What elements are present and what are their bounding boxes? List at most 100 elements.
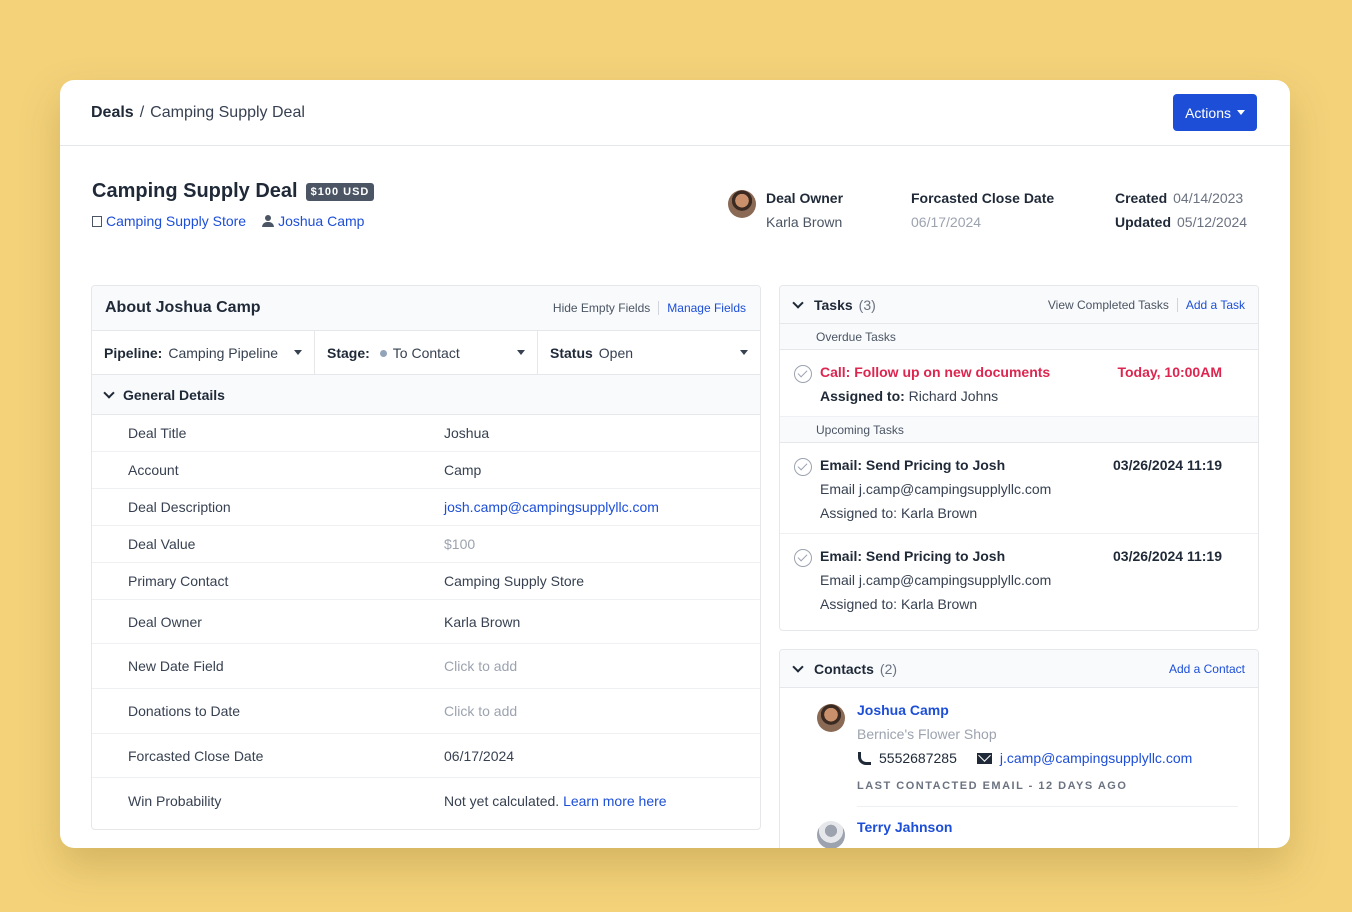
field-value[interactable]: Camping Supply Store bbox=[444, 573, 584, 589]
field-label: Forcasted Close Date bbox=[128, 747, 264, 764]
field-row: Win Probability Not yet calculated. Lear… bbox=[92, 778, 760, 824]
check-circle-icon[interactable] bbox=[794, 365, 812, 383]
account-link[interactable]: Camping Supply Store bbox=[92, 213, 246, 229]
pipeline-value: Camping Pipeline bbox=[168, 344, 279, 361]
mail-icon bbox=[976, 752, 992, 764]
caret-down-icon bbox=[517, 350, 525, 355]
task-item[interactable]: Email: Send Pricing to Josh 03/26/2024 1… bbox=[780, 443, 1258, 534]
updated-label: Updated bbox=[1115, 214, 1171, 230]
task-item-overdue[interactable]: Call: Follow up on new documents Today, … bbox=[780, 350, 1258, 417]
tasks-header: Tasks (3) View Completed Tasks Add a Tas… bbox=[780, 286, 1258, 324]
upcoming-tasks-heading: Upcoming Tasks bbox=[780, 417, 1258, 443]
contact-link-label: Joshua Camp bbox=[278, 213, 365, 229]
assigned-label: Assigned to: bbox=[820, 505, 898, 521]
tasks-panel: Tasks (3) View Completed Tasks Add a Tas… bbox=[779, 285, 1259, 631]
page-title: Camping Supply Deal bbox=[92, 180, 298, 202]
learn-more-link[interactable]: Learn more here bbox=[563, 793, 667, 809]
about-header: About Joshua Camp Hide Empty Fields Mana… bbox=[92, 286, 760, 331]
avatar bbox=[728, 190, 756, 218]
task-detail: Email j.camp@campingsupplyllc.com bbox=[820, 481, 1052, 497]
assigned-value: Richard Johns bbox=[908, 388, 999, 404]
chevron-down-icon[interactable] bbox=[792, 660, 804, 673]
field-label: New Date Field bbox=[128, 658, 224, 674]
contact-item: Terry Jahnson bbox=[780, 819, 1258, 848]
contact-name-link[interactable]: Joshua Camp bbox=[857, 702, 1238, 718]
pipeline-label: Pipeline: bbox=[104, 344, 163, 361]
deal-header: Camping Supply Deal $100 USD Camping Sup… bbox=[92, 180, 375, 229]
field-value[interactable]: 06/17/2024 bbox=[444, 748, 514, 764]
contact-phone-value: 5552687285 bbox=[879, 750, 957, 766]
about-title: About Joshua Camp bbox=[105, 299, 261, 316]
overdue-tasks-heading: Overdue Tasks bbox=[780, 324, 1258, 350]
last-contacted: LAST CONTACTED EMAIL - 12 DAYS AGO bbox=[857, 780, 1128, 792]
field-row: Deal Title Joshua bbox=[92, 415, 760, 452]
task-date: 03/26/2024 11:19 bbox=[1113, 548, 1222, 564]
field-row: Deal Value $100 bbox=[92, 526, 760, 563]
tasks-count: (3) bbox=[858, 296, 876, 313]
close-date-value: 06/17/2024 bbox=[911, 214, 982, 230]
field-label: Deal Title bbox=[128, 425, 187, 441]
field-label: Win Probability bbox=[128, 793, 222, 809]
stage-select[interactable]: Stage: To Contact bbox=[315, 331, 538, 374]
status-value: Open bbox=[598, 344, 634, 361]
assigned-label: Assigned to: bbox=[820, 596, 898, 612]
view-completed-tasks-link[interactable]: View Completed Tasks bbox=[1048, 298, 1169, 312]
check-circle-icon[interactable] bbox=[794, 549, 812, 567]
field-row: Deal Owner Karla Brown bbox=[92, 600, 760, 644]
task-detail: Email j.camp@campingsupplyllc.com bbox=[820, 572, 1052, 588]
field-value-email-link[interactable]: josh.camp@campingsupplyllc.com bbox=[444, 499, 659, 515]
field-row: Forcasted Close Date 06/17/2024 bbox=[92, 734, 760, 778]
breadcrumb-separator: / bbox=[139, 103, 145, 121]
assigned-value: Karla Brown bbox=[900, 505, 978, 521]
status-label: Status bbox=[550, 344, 593, 361]
field-value[interactable]: Karla Brown bbox=[444, 614, 520, 630]
field-label: Deal Value bbox=[128, 536, 196, 552]
stage-label: Stage: bbox=[327, 344, 370, 361]
field-label: Deal Owner bbox=[128, 613, 202, 630]
contact-email-link: j.camp@campingsupplyllc.com bbox=[999, 750, 1193, 766]
task-name[interactable]: Email: Send Pricing to Josh bbox=[820, 457, 1005, 473]
actions-button[interactable]: Actions bbox=[1173, 94, 1257, 131]
field-label: Deal Description bbox=[128, 499, 231, 515]
status-select[interactable]: Status Open bbox=[538, 331, 760, 374]
field-row: Donations to Date Click to add bbox=[92, 689, 760, 734]
caret-down-icon bbox=[740, 350, 748, 355]
close-date-label: Forcasted Close Date bbox=[911, 190, 1055, 206]
field-value[interactable]: $100 bbox=[444, 536, 475, 552]
general-details-toggle[interactable]: General Details bbox=[92, 375, 760, 415]
field-label: Primary Contact bbox=[128, 573, 229, 589]
task-date: Today, 10:00AM bbox=[1117, 364, 1222, 380]
top-bar: Deals / Camping Supply Deal Actions bbox=[60, 80, 1290, 146]
deal-card: Deals / Camping Supply Deal Actions Camp… bbox=[60, 80, 1290, 848]
avatar bbox=[817, 704, 845, 732]
breadcrumb-deals-link[interactable]: Deals bbox=[91, 104, 134, 122]
field-value-click-to-add[interactable]: Click to add bbox=[444, 703, 517, 719]
contact-email[interactable]: j.camp@campingsupplyllc.com bbox=[976, 750, 1193, 766]
contact-link[interactable]: Joshua Camp bbox=[262, 213, 364, 229]
contacts-panel: Contacts (2) Add a Contact Joshua Camp B… bbox=[779, 649, 1259, 848]
contact-name-link[interactable]: Terry Jahnson bbox=[857, 819, 1238, 835]
divider bbox=[1176, 297, 1178, 312]
chevron-down-icon bbox=[103, 386, 115, 399]
chevron-down-icon[interactable] bbox=[792, 296, 804, 309]
task-name[interactable]: Call: Follow up on new documents bbox=[820, 364, 1050, 380]
task-name[interactable]: Email: Send Pricing to Josh bbox=[820, 548, 1005, 564]
hide-empty-fields-link[interactable]: Hide Empty Fields bbox=[553, 301, 650, 315]
field-row: Deal Description josh.camp@campingsupply… bbox=[92, 489, 760, 526]
contact-company: Bernice's Flower Shop bbox=[857, 726, 997, 742]
account-link-label: Camping Supply Store bbox=[106, 213, 247, 229]
contact-phone[interactable]: 5552687285 bbox=[857, 750, 957, 766]
check-circle-icon[interactable] bbox=[794, 458, 812, 476]
divider bbox=[857, 806, 1238, 807]
field-value[interactable]: Joshua bbox=[444, 425, 489, 441]
field-value-click-to-add[interactable]: Click to add bbox=[444, 658, 517, 674]
deal-value-badge: $100 USD bbox=[305, 182, 375, 201]
field-value[interactable]: Camp bbox=[444, 462, 481, 478]
pipeline-select[interactable]: Pipeline: Camping Pipeline bbox=[92, 331, 315, 374]
manage-fields-link[interactable]: Manage Fields bbox=[667, 301, 746, 315]
add-task-link[interactable]: Add a Task bbox=[1186, 298, 1245, 312]
person-icon bbox=[262, 215, 275, 227]
field-value: Not yet calculated. bbox=[444, 793, 560, 809]
task-item[interactable]: Email: Send Pricing to Josh 03/26/2024 1… bbox=[780, 534, 1258, 624]
add-contact-link[interactable]: Add a Contact bbox=[1169, 662, 1245, 676]
